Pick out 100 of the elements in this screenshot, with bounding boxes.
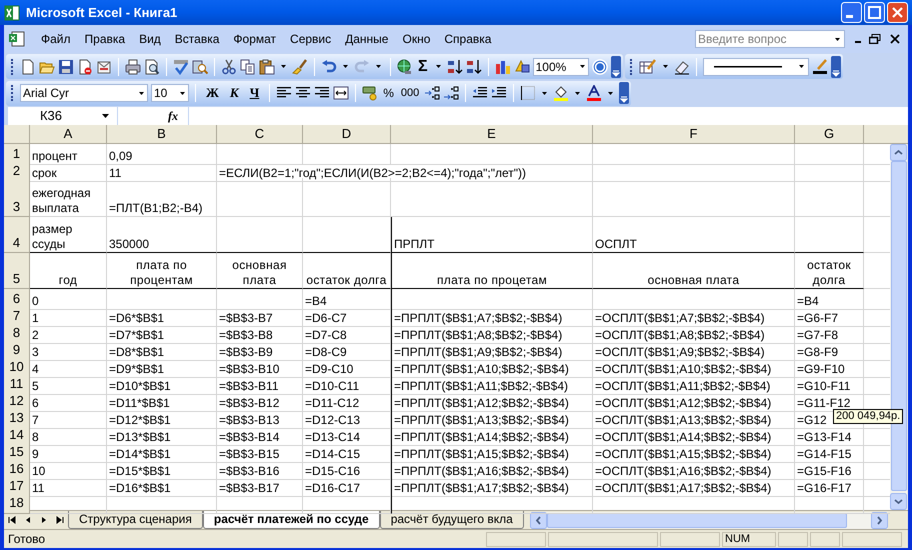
column-header[interactable]: A — [30, 125, 107, 144]
maximize-icon[interactable] — [864, 2, 885, 23]
column-header[interactable]: B — [107, 125, 217, 144]
sheet-tab[interactable]: расчёт будущего вкла — [380, 510, 524, 528]
research-icon[interactable] — [192, 58, 208, 74]
column-header[interactable]: E — [391, 125, 593, 144]
scroll-left-icon[interactable] — [530, 512, 547, 528]
caret-icon[interactable] — [575, 92, 580, 94]
menu-item[interactable]: Окно — [395, 30, 438, 48]
menu-item[interactable]: Справка — [437, 30, 498, 48]
table-cell: плата по процетам — [391, 253, 593, 289]
decrease-decimal-icon[interactable] — [443, 85, 460, 101]
column-header[interactable]: F — [593, 125, 795, 144]
print-preview-icon[interactable] — [144, 58, 160, 74]
underline-button[interactable]: Ч — [246, 83, 264, 103]
caret-icon[interactable] — [798, 65, 804, 68]
new-document-icon[interactable] — [20, 58, 36, 74]
thousands-button[interactable]: 000 — [398, 84, 422, 102]
sort-ascending-icon[interactable] — [446, 58, 463, 74]
menu-item[interactable]: Сервис — [283, 30, 338, 48]
menu-item[interactable]: Вид — [132, 30, 168, 48]
row-header[interactable]: 18 — [4, 493, 30, 514]
column-header[interactable]: C — [217, 125, 303, 144]
line-style-field[interactable] — [702, 58, 809, 76]
borders-icon[interactable] — [520, 85, 536, 101]
copy-icon[interactable] — [240, 58, 256, 74]
column-header[interactable]: G — [795, 125, 864, 144]
menu-item[interactable]: Формат — [226, 30, 284, 48]
font-name-field[interactable]: Arial Cyr — [20, 84, 148, 102]
caret-icon[interactable] — [102, 114, 109, 118]
scroll-right-icon[interactable] — [871, 512, 888, 528]
toolbar-options-icon[interactable] — [830, 56, 841, 78]
caret-icon[interactable] — [542, 92, 548, 94]
globe-icon[interactable] — [397, 58, 413, 74]
first-sheet-icon[interactable] — [7, 515, 17, 525]
font-color-icon[interactable] — [586, 85, 602, 101]
restore-icon[interactable] — [869, 34, 881, 44]
caret-icon[interactable] — [281, 65, 286, 68]
table-cell: 1 — [30, 306, 107, 326]
table-pencil-icon[interactable] — [638, 58, 657, 74]
paste-icon[interactable] — [259, 58, 275, 74]
close-icon[interactable] — [890, 34, 900, 44]
insert-function-button[interactable]: fx — [168, 107, 188, 125]
menu-item[interactable]: Данные — [338, 30, 396, 48]
font-size-field[interactable]: 10 — [151, 84, 189, 102]
help-search-field[interactable]: Введите вопрос — [695, 30, 845, 48]
bold-button[interactable]: Ж — [202, 83, 223, 103]
sort-descending-icon[interactable] — [466, 58, 482, 74]
eraser-icon[interactable] — [674, 58, 690, 74]
permission-icon[interactable] — [77, 58, 93, 74]
caret-icon[interactable] — [608, 92, 614, 94]
sheet-tab[interactable]: расчёт платежей по ссуде — [202, 510, 380, 528]
row-header[interactable]: 5 — [4, 253, 30, 289]
caret-icon[interactable] — [376, 65, 381, 68]
caret-icon[interactable] — [580, 65, 585, 68]
currency-icon[interactable] — [362, 85, 378, 101]
caret-icon[interactable] — [436, 65, 441, 68]
spelling-icon[interactable] — [173, 58, 189, 74]
status-text: Готово — [8, 531, 46, 548]
sum-button[interactable]: Σ — [416, 54, 430, 78]
caret-icon[interactable] — [139, 92, 144, 94]
toolbar-options-icon[interactable] — [610, 56, 621, 78]
shapes-icon[interactable] — [514, 58, 530, 74]
workbook-icon[interactable] — [8, 31, 26, 47]
menu-item[interactable]: Правка — [78, 30, 132, 48]
brush-icon[interactable] — [292, 58, 308, 74]
caret-icon[interactable] — [835, 38, 840, 40]
merge-center-icon[interactable] — [333, 85, 350, 101]
row-header[interactable]: 3 — [4, 178, 30, 217]
table-cell: =$B$3-B17 — [217, 476, 303, 496]
pen-color-icon[interactable] — [812, 58, 828, 74]
undo-icon[interactable] — [321, 58, 337, 74]
scrollbar-thumb[interactable] — [546, 512, 847, 528]
italic-button[interactable]: К — [226, 83, 243, 103]
last-sheet-icon[interactable] — [55, 515, 65, 525]
caret-icon[interactable] — [343, 65, 348, 68]
caret-icon[interactable] — [662, 65, 668, 68]
email-icon[interactable] — [96, 58, 112, 74]
column-header[interactable]: D — [303, 125, 391, 144]
menu-item[interactable]: Файл — [34, 30, 78, 48]
table-cell: =G13-F14 — [795, 425, 864, 446]
caret-icon[interactable] — [180, 92, 185, 94]
fill-color-icon[interactable] — [553, 85, 570, 101]
help-icon[interactable] — [592, 58, 608, 74]
print-icon[interactable] — [125, 58, 141, 74]
save-icon[interactable] — [58, 58, 74, 74]
table-cell: =ПРПЛТ($B$1;A15;$B$2;-$B$4) — [391, 442, 593, 462]
table-cell: =ОСПЛТ($B$1;A16;$B$2;-$B$4) — [593, 459, 795, 480]
bar-chart-icon[interactable] — [494, 58, 511, 74]
row-header[interactable]: 4 — [4, 217, 30, 253]
menu-item[interactable]: Вставка — [168, 30, 226, 48]
sheet-tab[interactable]: Структура сценария — [68, 510, 203, 528]
percent-button[interactable]: % — [381, 84, 396, 102]
toolbar-options-icon[interactable] — [619, 82, 630, 104]
scroll-down-icon[interactable] — [890, 493, 907, 510]
increase-decimal-icon[interactable] — [424, 85, 440, 101]
table-cell: =ПРПЛТ($B$1;A10;$B$2;-$B$4) — [391, 357, 593, 378]
zoom-field[interactable]: 100% — [532, 58, 589, 76]
scroll-up-icon[interactable] — [890, 144, 907, 161]
cut-icon[interactable] — [221, 58, 237, 74]
